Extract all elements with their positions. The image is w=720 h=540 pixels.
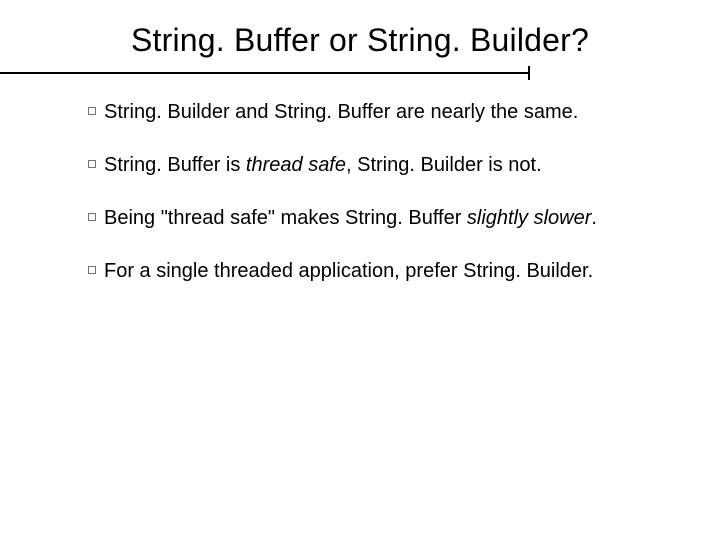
bullet-text: String. Builder and String. Buffer are n… bbox=[104, 100, 688, 125]
bullet-text: For a single threaded application, prefe… bbox=[104, 259, 688, 284]
slide-title: String. Buffer or String. Builder? bbox=[0, 22, 720, 59]
list-item: String. Buffer is thread safe, String. B… bbox=[88, 153, 688, 178]
list-item: For a single threaded application, prefe… bbox=[88, 259, 688, 284]
bullet-icon bbox=[88, 107, 96, 115]
list-item: String. Builder and String. Buffer are n… bbox=[88, 100, 688, 125]
slide: String. Buffer or String. Builder? Strin… bbox=[0, 0, 720, 540]
slide-body: String. Builder and String. Buffer are n… bbox=[88, 100, 688, 312]
bullet-text: Being "thread safe" makes String. Buffer… bbox=[104, 206, 688, 231]
bullet-icon bbox=[88, 213, 96, 221]
bullet-icon bbox=[88, 160, 96, 168]
bullet-text: String. Buffer is thread safe, String. B… bbox=[104, 153, 688, 178]
list-item: Being "thread safe" makes String. Buffer… bbox=[88, 206, 688, 231]
bullet-icon bbox=[88, 266, 96, 274]
title-underline bbox=[0, 72, 530, 74]
title-underline-tick bbox=[528, 66, 530, 80]
